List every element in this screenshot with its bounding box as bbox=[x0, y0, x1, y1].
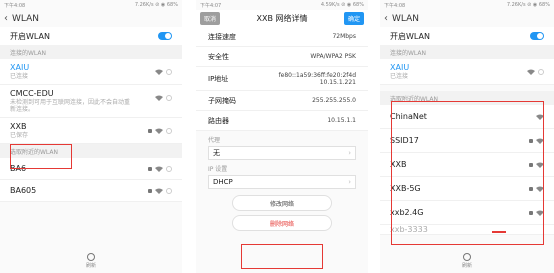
page-title: WLAN bbox=[12, 13, 40, 24]
proxy-select[interactable]: 无 › bbox=[208, 146, 356, 160]
wlan-toggle-row[interactable]: 开启WLAN bbox=[380, 27, 554, 45]
wlan-toggle-switch[interactable] bbox=[158, 32, 172, 40]
detail-value: fe80::1a59:36ff:fe20:2f4d 10.15.1.221 bbox=[278, 71, 356, 86]
wifi-signal-icon bbox=[527, 69, 535, 75]
wlan-toggle-label: 开启WLAN bbox=[390, 31, 431, 41]
detail-value: 10.15.1.1 bbox=[327, 117, 356, 124]
detail-row-subnet: 子网掩码 255.255.255.0 bbox=[196, 91, 368, 111]
proxy-value: 无 bbox=[213, 149, 220, 157]
detail-value: WPA/WPA2 PSK bbox=[310, 53, 356, 60]
back-icon[interactable]: ‹ bbox=[384, 13, 388, 24]
network-name: CMCC-EDU bbox=[10, 89, 54, 98]
wlan-list-screen-after: 下午4:08 7.26K/s ⊘ ◉ 68% ‹ WLAN 开启WLAN 连接的… bbox=[380, 0, 554, 273]
refresh-label: 刷新 bbox=[85, 263, 96, 269]
detail-arrow-icon[interactable] bbox=[166, 127, 172, 134]
page-title: WLAN bbox=[392, 13, 420, 24]
network-name: XXB bbox=[10, 122, 27, 131]
network-item-xaiu[interactable]: XAIU 已连接 bbox=[0, 59, 182, 85]
refresh-button[interactable]: 刷新 bbox=[380, 253, 554, 269]
status-time: 下午4:08 bbox=[384, 3, 406, 9]
detail-key: 子网掩码 bbox=[208, 96, 236, 105]
detail-value: 72Mbps bbox=[332, 33, 356, 40]
status-bar: 下午4:08 7.26K/s ⊘ ◉ 68% bbox=[380, 0, 554, 10]
network-status: 已保存 bbox=[10, 132, 29, 139]
network-name: XAIU bbox=[10, 63, 30, 72]
page-header: ‹ WLAN bbox=[0, 10, 182, 27]
confirm-button[interactable]: 确定 bbox=[343, 12, 364, 25]
wifi-signal-icon bbox=[155, 166, 163, 172]
network-status: 未检测到可用于互联网连接，因此不会自动重新连接。 bbox=[10, 99, 131, 113]
refresh-button[interactable]: 刷新 bbox=[0, 253, 182, 269]
wlan-toggle-row[interactable]: 开启WLAN bbox=[0, 27, 182, 45]
wifi-signal-icon bbox=[155, 69, 163, 75]
refresh-icon bbox=[87, 253, 95, 261]
detail-arrow-icon[interactable] bbox=[166, 165, 172, 172]
chevron-right-icon: › bbox=[348, 178, 351, 186]
wifi-signal-icon bbox=[155, 95, 163, 101]
lock-icon bbox=[148, 166, 152, 171]
status-indicators: 4.59K/s ⊘ ◉ 68% bbox=[320, 2, 364, 8]
network-details-screen: 下午4:07 4.59K/s ⊘ ◉ 68% 取消 XXB 网络详情 确定 连接… bbox=[196, 0, 368, 273]
network-item-cmcc-edu[interactable]: CMCC-EDU 未检测到可用于互联网连接，因此不会自动重新连接。 bbox=[0, 85, 182, 118]
connected-section-label: 连接的WLAN bbox=[380, 45, 554, 59]
detail-arrow-icon[interactable] bbox=[166, 68, 172, 75]
ip-settings-select[interactable]: DHCP › bbox=[208, 175, 356, 189]
detail-row-ip: IP地址 fe80::1a59:36ff:fe20:2f4d 10.15.1.2… bbox=[196, 67, 368, 91]
wifi-signal-icon bbox=[155, 188, 163, 194]
status-bar: 下午4:08 7.26K/s ⊘ ◉ 68% bbox=[0, 0, 182, 10]
chevron-right-icon: › bbox=[348, 149, 351, 157]
detail-arrow-icon[interactable] bbox=[166, 95, 172, 101]
lock-icon bbox=[148, 188, 152, 193]
network-item-xxb[interactable]: XXB 已保存 bbox=[0, 118, 182, 144]
delete-network-button[interactable]: 删除网络 bbox=[232, 215, 332, 231]
page-title: XXB 网络详情 bbox=[256, 14, 308, 23]
ip-settings-value: DHCP bbox=[213, 178, 233, 186]
network-item-xaiu[interactable]: XAIU 已连接 bbox=[380, 59, 554, 85]
details-header: 取消 XXB 网络详情 确定 bbox=[196, 10, 368, 27]
detail-row-router: 路由器 10.15.1.1 bbox=[196, 111, 368, 131]
detail-row-security: 安全性 WPA/WPA2 PSK bbox=[196, 47, 368, 67]
detail-arrow-icon[interactable] bbox=[538, 68, 544, 75]
ip-settings-label: IP 设置 bbox=[208, 166, 228, 173]
network-name: BA605 bbox=[10, 186, 37, 195]
wlan-toggle-label: 开启WLAN bbox=[10, 31, 51, 41]
detail-key: 路由器 bbox=[208, 116, 229, 125]
network-status: 已连接 bbox=[390, 73, 409, 80]
detail-key: IP地址 bbox=[208, 74, 229, 83]
modify-network-button[interactable]: 修改网络 bbox=[232, 195, 332, 211]
back-icon[interactable]: ‹ bbox=[4, 13, 8, 24]
status-indicators: 7.26K/s ⊘ ◉ 68% bbox=[506, 2, 550, 8]
proxy-label: 代理 bbox=[208, 137, 221, 144]
detail-row-speed: 连接速度 72Mbps bbox=[196, 27, 368, 47]
status-bar: 下午4:07 4.59K/s ⊘ ◉ 68% bbox=[196, 0, 368, 10]
cancel-button[interactable]: 取消 bbox=[200, 12, 221, 25]
detail-key: 连接速度 bbox=[208, 32, 236, 41]
highlight-box bbox=[391, 101, 544, 245]
status-time: 下午4:08 bbox=[4, 3, 26, 9]
highlight-box bbox=[241, 244, 323, 269]
detail-arrow-icon[interactable] bbox=[166, 187, 172, 194]
connected-section-label: 连接的WLAN bbox=[0, 45, 182, 59]
status-time: 下午4:07 bbox=[200, 3, 222, 9]
wifi-signal-icon bbox=[155, 128, 163, 134]
wlan-toggle-switch[interactable] bbox=[530, 32, 544, 40]
wlan-list-screen: 下午4:08 7.26K/s ⊘ ◉ 68% ‹ WLAN 开启WLAN 连接的… bbox=[0, 0, 182, 273]
status-indicators: 7.26K/s ⊘ ◉ 68% bbox=[134, 2, 178, 8]
page-header: ‹ WLAN bbox=[380, 10, 554, 27]
detail-value: 255.255.255.0 bbox=[312, 97, 356, 104]
highlight-box bbox=[10, 144, 72, 169]
network-item-ba605[interactable]: BA605 bbox=[0, 180, 182, 202]
network-name: XAIU bbox=[390, 63, 410, 72]
lock-icon bbox=[148, 128, 152, 133]
refresh-icon bbox=[463, 253, 471, 261]
network-status: 已连接 bbox=[10, 73, 29, 80]
detail-key: 安全性 bbox=[208, 52, 229, 61]
refresh-label: 刷新 bbox=[461, 263, 472, 269]
